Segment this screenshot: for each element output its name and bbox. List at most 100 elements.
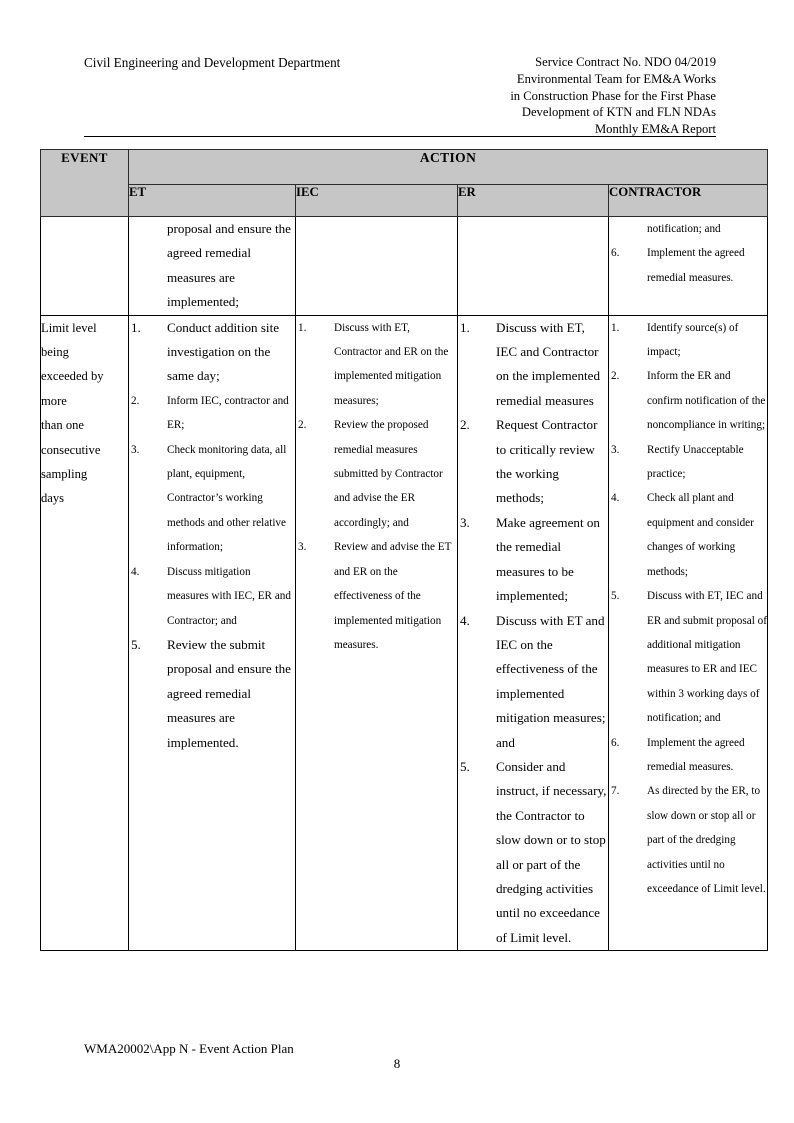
action-list-item: 6. Implement the agreed remedial measures… bbox=[609, 731, 767, 780]
column-header-action: ACTION bbox=[127, 149, 769, 185]
event-action-plan-table: EVENT ACTION ET IEC ER CONTRACTOR propos… bbox=[40, 149, 769, 952]
cell-contractor: notification; and 6. Implement the agreed … bbox=[607, 216, 769, 316]
action-list-item: 5. Review the submit proposal and ensure … bbox=[129, 633, 295, 755]
cell-et: 1. Conduct addition site investigation on… bbox=[128, 314, 296, 952]
action-list-item: 7. As directed by the ER, to slow down or… bbox=[609, 779, 767, 901]
action-item-text: Implement the agreed remedial measures. bbox=[647, 247, 745, 284]
column-header-er: ER bbox=[457, 184, 609, 217]
action-item-text: Review the submit proposal and ensure th… bbox=[167, 636, 291, 750]
cell-lead-text: notification; and bbox=[647, 223, 721, 235]
action-list-item: 3. Rectify Unacceptable practice; bbox=[609, 438, 767, 487]
action-item-text: Discuss with ET and IEC on the effective… bbox=[496, 612, 606, 750]
table-header-row-sub: ET IEC ER CONTRACTOR bbox=[41, 184, 769, 217]
action-item-text: Discuss with ET, Contractor and ER on th… bbox=[334, 321, 449, 407]
action-item-number: 4. bbox=[611, 492, 620, 505]
action-list-item: 4. Check all plant and equipment and cons… bbox=[609, 486, 767, 584]
action-item-number: 6. bbox=[611, 247, 620, 260]
action-item-number: 3. bbox=[131, 443, 140, 456]
action-item-number: 3. bbox=[611, 443, 620, 456]
action-item-number: 3. bbox=[460, 514, 470, 530]
event-text-line: than one bbox=[41, 418, 85, 433]
action-list-item: 4. Discuss mitigation measures with IEC, … bbox=[129, 560, 295, 633]
column-header-et: ET bbox=[128, 184, 296, 217]
event-text-line: being bbox=[41, 345, 69, 360]
action-item-number: 1. bbox=[460, 319, 470, 335]
document-page: Civil Engineering and Development Depart… bbox=[0, 0, 794, 1123]
cell-er bbox=[457, 216, 609, 316]
document-header: Civil Engineering and Development Depart… bbox=[84, 54, 716, 136]
action-item-number: 4. bbox=[460, 612, 470, 628]
table-row: proposal and ensure the agreed remedial … bbox=[40, 216, 769, 316]
action-list-item: 4. Discuss with ET and IEC on the effecti… bbox=[458, 609, 608, 755]
action-item-number: 5. bbox=[460, 758, 470, 774]
cell-iec bbox=[295, 216, 458, 316]
action-list-item: 2. Inform the ER and confirm notification… bbox=[609, 364, 767, 437]
action-item-number: 2. bbox=[460, 417, 470, 433]
action-list-item: 1. Discuss with ET, IEC and Contractor on… bbox=[458, 316, 608, 414]
event-text-line: exceeded by bbox=[41, 369, 104, 384]
footer-reference: WMA20002\App N - Event Action Plan bbox=[84, 1041, 294, 1056]
cell-iec: 1. Discuss with ET, Contractor and ER on … bbox=[295, 314, 458, 952]
action-item-text: Check all plant and equipment and consid… bbox=[647, 492, 754, 578]
action-item-number: 5. bbox=[611, 590, 620, 603]
action-list: 6. Implement the agreed remedial measures… bbox=[609, 241, 767, 290]
action-item-number: 1. bbox=[298, 321, 307, 334]
cell-event bbox=[40, 216, 129, 316]
action-item-text: Make agreement on the remedial measures … bbox=[496, 514, 600, 604]
header-department-title: Civil Engineering and Development Depart… bbox=[84, 55, 341, 70]
action-list: 1. Identify source(s) of impact; 2. Inform … bbox=[609, 316, 767, 902]
action-item-text: Request Contractor to critically review … bbox=[496, 417, 598, 506]
cell-er: 1. Discuss with ET, IEC and Contractor on… bbox=[457, 314, 609, 952]
action-list-item: 1. Discuss with ET, Contractor and ER on … bbox=[296, 316, 457, 414]
action-list: 1. Discuss with ET, Contractor and ER on … bbox=[296, 316, 457, 658]
column-header-contractor: CONTRACTOR bbox=[607, 184, 769, 217]
event-text-line: Limit level bbox=[41, 320, 97, 335]
action-list-item: 3. Check monitoring data, all plant, equi… bbox=[129, 438, 295, 560]
action-list-item: 2. Inform IEC, contractor and ER; bbox=[129, 389, 295, 438]
action-list-item: 3. Make agreement on the remedial measure… bbox=[458, 511, 608, 609]
action-item-text: Inform IEC, contractor and ER; bbox=[167, 394, 289, 432]
action-item-number: 5. bbox=[131, 636, 141, 652]
action-item-number: 4. bbox=[131, 565, 140, 578]
header-line-1: Service Contract No. NDO 04/2019 bbox=[535, 55, 716, 69]
action-item-text: Review and advise the ET and ER on the e… bbox=[334, 541, 452, 651]
cell-contractor: 1. Identify source(s) of impact; 2. Inform … bbox=[607, 314, 769, 952]
action-item-number: 2. bbox=[298, 419, 307, 432]
event-text-line: sampling bbox=[41, 467, 88, 482]
action-list-item: 5. Discuss with ET, IEC and ER and submit… bbox=[609, 584, 767, 730]
action-list-item: 5. Consider and instruct, if necessary, t… bbox=[458, 755, 608, 950]
action-item-text: As directed by the ER, to slow down or s… bbox=[647, 785, 766, 895]
action-item-number: 2. bbox=[611, 370, 620, 383]
action-item-number: 3. bbox=[298, 541, 307, 554]
action-item-text: Inform the ER and confirm notification o… bbox=[647, 370, 766, 432]
action-item-text: Review the proposed remedial measures su… bbox=[334, 419, 443, 529]
column-header-iec: IEC bbox=[295, 184, 458, 217]
action-item-number: 2. bbox=[131, 394, 140, 407]
action-list-item: 3. Review and advise the ET and ER on the… bbox=[296, 535, 457, 657]
action-item-text: Rectify Unacceptable practice; bbox=[647, 443, 744, 481]
action-item-text: Check monitoring data, all plant, equipm… bbox=[167, 443, 287, 554]
action-item-text: Consider and instruct, if necessary, the… bbox=[496, 758, 607, 945]
header-contract-block: Service Contract No. NDO 04/2019 Environ… bbox=[510, 54, 716, 138]
action-item-number: 1. bbox=[611, 321, 620, 334]
table-header-row-top: EVENT ACTION bbox=[40, 149, 769, 217]
action-item-text: Discuss with ET, IEC and Contractor on t… bbox=[496, 319, 600, 408]
action-item-number: 6. bbox=[611, 736, 620, 749]
action-list-item: 1. Identify source(s) of impact; bbox=[609, 316, 767, 365]
action-item-text: Implement the agreed remedial measures. bbox=[647, 736, 745, 773]
action-list-item: 6. Implement the agreed remedial measures… bbox=[609, 241, 767, 290]
action-list: 1. Discuss with ET, IEC and Contractor on… bbox=[458, 316, 608, 951]
cell-event: Limit level being exceeded by more than one c… bbox=[40, 314, 129, 952]
event-text-line: more bbox=[41, 393, 67, 408]
table-row: Limit level being exceeded by more than one c… bbox=[40, 314, 769, 952]
action-item-text: Identify source(s) of impact; bbox=[647, 321, 739, 359]
header-line-3: in Construction Phase for the First Phas… bbox=[510, 88, 716, 103]
cell-lead-text: proposal and ensure the agreed remedial … bbox=[167, 221, 291, 310]
action-item-number: 1. bbox=[131, 319, 141, 335]
header-line-4: Development of KTN and FLN NDAs bbox=[521, 105, 716, 120]
event-text-line: days bbox=[41, 491, 65, 506]
action-list-item: 2. Review the proposed remedial measures … bbox=[296, 413, 457, 535]
column-header-event: EVENT bbox=[40, 149, 129, 217]
cell-et: proposal and ensure the agreed remedial … bbox=[128, 216, 296, 316]
action-item-text: Conduct addition site investigation on t… bbox=[167, 319, 280, 384]
